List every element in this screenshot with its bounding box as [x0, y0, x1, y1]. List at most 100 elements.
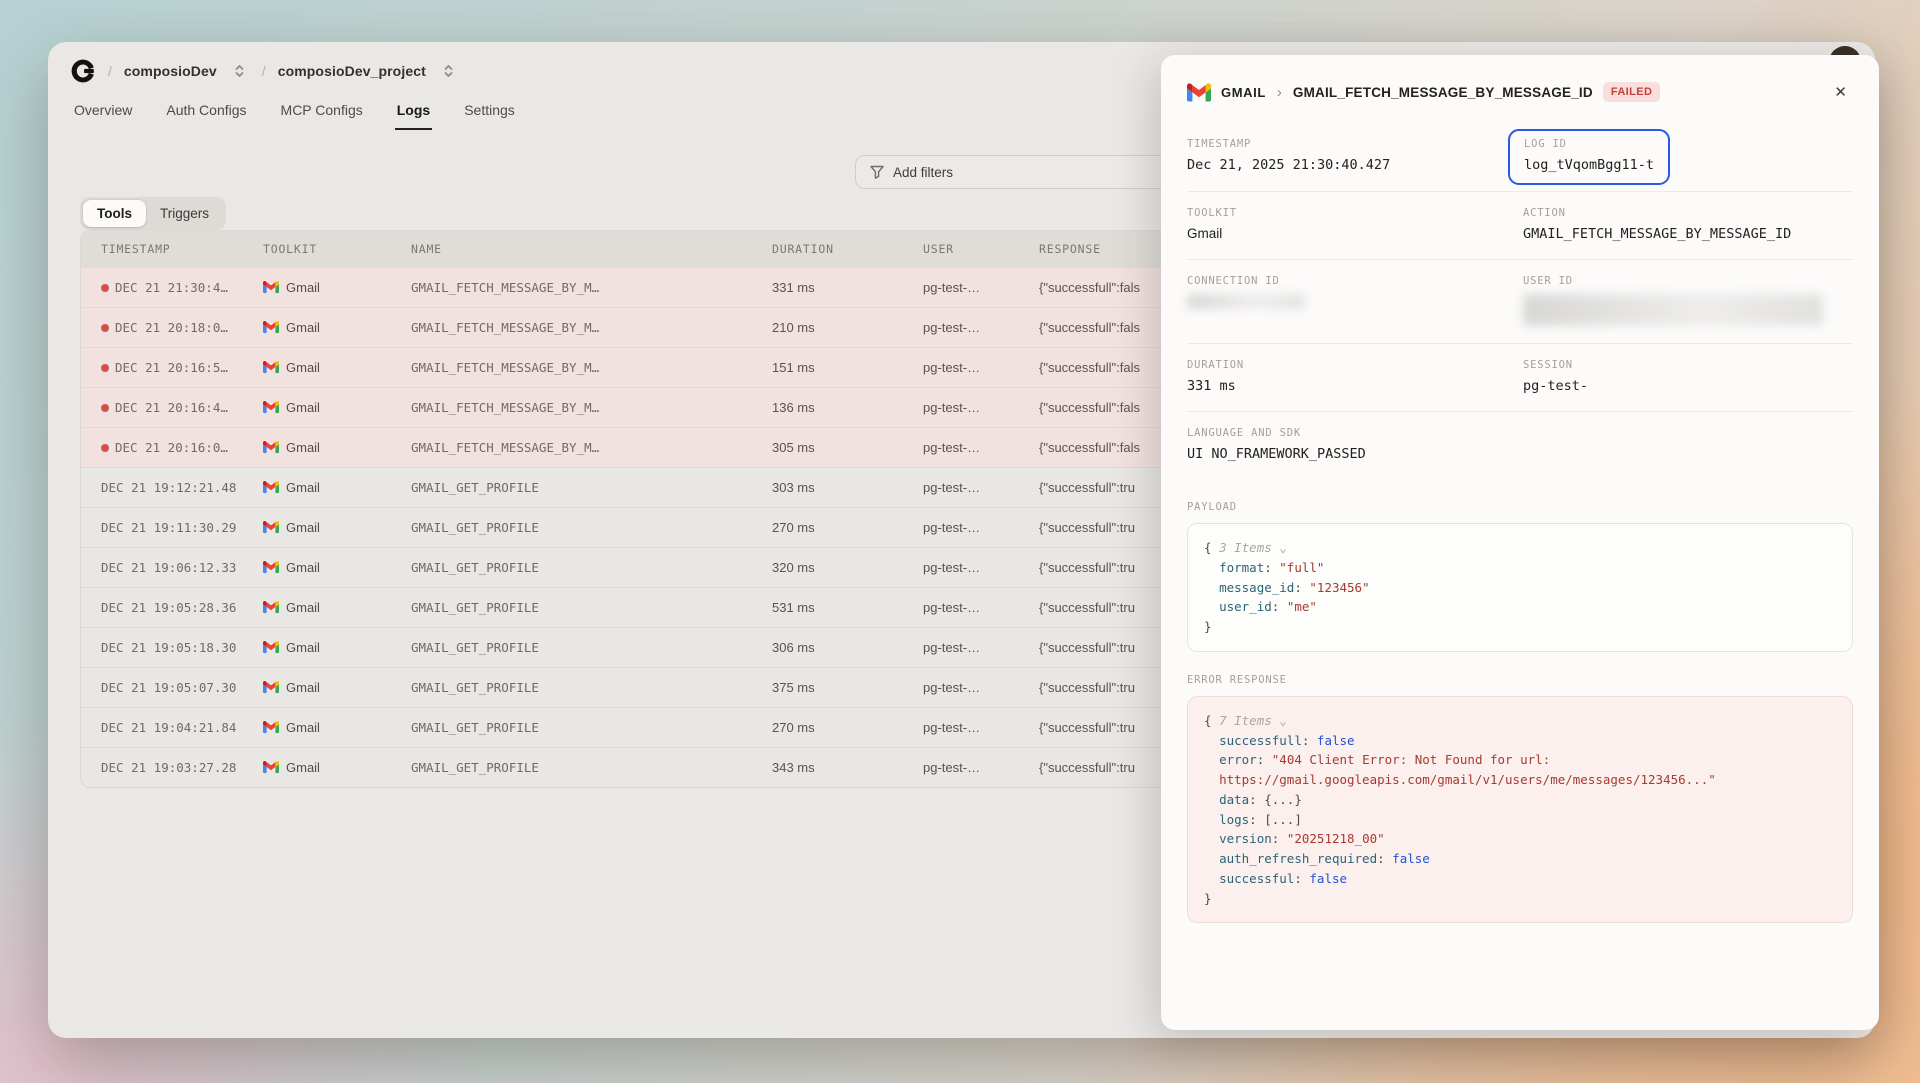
row-duration: 136 ms [772, 400, 923, 415]
org-switcher-icon[interactable] [233, 64, 246, 78]
breadcrumb-separator: / [108, 63, 112, 79]
composio-logo[interactable] [70, 58, 96, 84]
row-name: GMAIL_GET_PROFILE [411, 600, 772, 615]
add-filters-button[interactable]: Add filters [855, 155, 1185, 189]
gmail-icon [263, 641, 279, 654]
field-toolkit: TOOLKIT Gmail [1187, 207, 1523, 242]
row-user: pg-test-… [923, 520, 1039, 535]
row-duration: 151 ms [772, 360, 923, 375]
panel-toolkit-name[interactable]: GMAIL [1221, 85, 1266, 100]
row-duration: 303 ms [772, 480, 923, 495]
row-duration: 270 ms [772, 520, 923, 535]
row-timestamp: DEC 21 19:06:12.33 [101, 560, 263, 575]
status-badge: FAILED [1603, 82, 1661, 102]
gmail-icon [263, 721, 279, 734]
breadcrumb-org[interactable]: composioDev [124, 63, 217, 79]
row-user: pg-test-… [923, 320, 1039, 335]
row-duration: 305 ms [772, 440, 923, 455]
toggle-triggers-button[interactable]: Triggers [146, 200, 223, 227]
field-duration: DURATION 331 ms [1187, 359, 1523, 394]
row-name: GMAIL_GET_PROFILE [411, 520, 772, 535]
tab-mcp-configs[interactable]: MCP Configs [279, 98, 365, 130]
row-timestamp: DEC 21 19:04:21.84 [101, 720, 263, 735]
panel-action-name: GMAIL_FETCH_MESSAGE_BY_MESSAGE_ID [1293, 85, 1593, 100]
failed-dot-icon [101, 324, 109, 332]
row-toolkit: Gmail [263, 320, 411, 335]
code-line: user_id: "me" [1204, 597, 1836, 617]
row-toolkit: Gmail [263, 560, 411, 575]
code-line: data: {...} [1204, 790, 1836, 810]
row-user: pg-test-… [923, 400, 1039, 415]
chevron-right-icon: › [1277, 84, 1282, 101]
row-toolkit: Gmail [263, 400, 411, 415]
code-line: { 3 Items ⌄ [1204, 538, 1836, 558]
row-user: pg-test-… [923, 480, 1039, 495]
col-name: NAME [411, 242, 772, 256]
code-line: } [1204, 617, 1836, 637]
row-user: pg-test-… [923, 760, 1039, 775]
row-duration: 210 ms [772, 320, 923, 335]
row-user: pg-test-… [923, 360, 1039, 375]
row-user: pg-test-… [923, 280, 1039, 295]
log-id-highlight-box[interactable]: LOG ID log_tVqomBgg11-t [1508, 129, 1670, 185]
gmail-icon [263, 481, 279, 494]
error-response-label: ERROR RESPONSE [1161, 674, 1879, 686]
tools-triggers-toggle: Tools Triggers [80, 197, 226, 230]
field-session: SESSION pg-test- [1523, 359, 1853, 394]
payload-json[interactable]: { 3 Items ⌄ format: "full" message_id: "… [1187, 523, 1853, 652]
error-response-json[interactable]: { 7 Items ⌄ successfull: false error: "4… [1187, 696, 1853, 924]
close-icon[interactable]: ✕ [1828, 79, 1853, 105]
row-name: GMAIL_FETCH_MESSAGE_BY_M… [411, 400, 772, 415]
field-timestamp: TIMESTAMP Dec 21, 2025 21:30:40.427 [1187, 138, 1523, 174]
payload-label: PAYLOAD [1161, 501, 1879, 513]
row-timestamp: DEC 21 19:11:30.29 [101, 520, 263, 535]
row-duration: 306 ms [772, 640, 923, 655]
code-line: https://gmail.googleapis.com/gmail/v1/us… [1204, 770, 1836, 790]
row-toolkit: Gmail [263, 440, 411, 455]
row-name: GMAIL_FETCH_MESSAGE_BY_M… [411, 360, 772, 375]
row-user: pg-test-… [923, 440, 1039, 455]
code-line: logs: [...] [1204, 810, 1836, 830]
row-user: pg-test-… [923, 640, 1039, 655]
logs-toolbar: Tools Triggers [80, 197, 226, 230]
failed-dot-icon [101, 364, 109, 372]
panel-header: GMAIL › GMAIL_FETCH_MESSAGE_BY_MESSAGE_I… [1161, 79, 1879, 123]
row-timestamp: DEC 21 20:16:4… [101, 400, 263, 415]
gmail-icon [263, 561, 279, 574]
failed-dot-icon [101, 444, 109, 452]
col-timestamp: TIMESTAMP [101, 242, 263, 256]
row-duration: 270 ms [772, 720, 923, 735]
row-toolkit: Gmail [263, 640, 411, 655]
tab-auth-configs[interactable]: Auth Configs [164, 98, 248, 130]
project-switcher-icon[interactable] [442, 64, 455, 78]
code-line: error: "404 Client Error: Not Found for … [1204, 750, 1836, 770]
gmail-icon [263, 441, 279, 454]
row-name: GMAIL_GET_PROFILE [411, 640, 772, 655]
gmail-icon [1187, 83, 1211, 102]
row-name: GMAIL_GET_PROFILE [411, 760, 772, 775]
tab-overview[interactable]: Overview [72, 98, 134, 130]
add-filters-label: Add filters [893, 165, 953, 180]
row-timestamp: DEC 21 21:30:4… [101, 280, 263, 295]
gmail-icon [263, 321, 279, 334]
row-duration: 320 ms [772, 560, 923, 575]
field-log-id: LOG ID log_tVqomBgg11-t [1523, 138, 1853, 174]
tab-logs[interactable]: Logs [395, 98, 432, 130]
row-duration: 343 ms [772, 760, 923, 775]
field-language-sdk: LANGUAGE AND SDK UI NO_FRAMEWORK_PASSED [1187, 427, 1853, 462]
code-line: version: "20251218_00" [1204, 829, 1836, 849]
row-timestamp: DEC 21 19:05:07.30 [101, 680, 263, 695]
failed-dot-icon [101, 404, 109, 412]
detail-grid: TIMESTAMP Dec 21, 2025 21:30:40.427 LOG … [1161, 123, 1879, 479]
code-line: auth_refresh_required: false [1204, 849, 1836, 869]
toggle-tools-button[interactable]: Tools [83, 200, 146, 227]
row-timestamp: DEC 21 19:03:27.28 [101, 760, 263, 775]
row-timestamp: DEC 21 20:16:0… [101, 440, 263, 455]
row-toolkit: Gmail [263, 720, 411, 735]
tab-settings[interactable]: Settings [462, 98, 517, 130]
failed-dot-icon [101, 284, 109, 292]
row-toolkit: Gmail [263, 360, 411, 375]
breadcrumb-project[interactable]: composioDev_project [278, 63, 426, 79]
row-timestamp: DEC 21 20:18:0… [101, 320, 263, 335]
code-line: successful: false [1204, 869, 1836, 889]
